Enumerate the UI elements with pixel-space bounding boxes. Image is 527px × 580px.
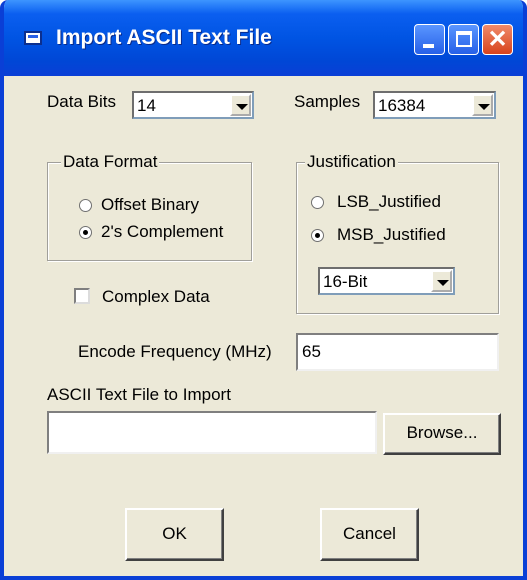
samples-value: 16384 <box>378 96 426 115</box>
close-button[interactable]: ✕ <box>482 24 513 55</box>
samples-label: Samples <box>294 92 361 111</box>
lsb-justified-radio[interactable] <box>311 196 324 209</box>
import-ascii-dialog: Import ASCII Text File ✕ Data Bits 14 Sa… <box>0 0 527 580</box>
close-icon: ✕ <box>487 26 508 53</box>
chevron-down-icon[interactable] <box>472 94 493 116</box>
justification-title: Justification <box>305 152 398 172</box>
app-window-icon[interactable] <box>24 31 42 45</box>
data-bits-label: Data Bits <box>47 92 116 111</box>
ok-button[interactable]: OK <box>125 508 224 561</box>
data-bits-select[interactable]: 14 <box>132 91 254 119</box>
title-bar[interactable]: Import ASCII Text File ✕ <box>4 0 523 76</box>
ascii-file-path-field[interactable] <box>47 411 377 454</box>
maximize-button[interactable] <box>448 24 479 55</box>
cancel-button[interactable]: Cancel <box>320 508 419 561</box>
maximize-icon <box>456 31 472 47</box>
bit-width-select[interactable]: 16-Bit <box>318 267 455 295</box>
twos-complement-radio[interactable] <box>79 226 92 239</box>
complex-data-checkbox[interactable] <box>74 288 90 304</box>
offset-binary-radio[interactable] <box>79 199 92 212</box>
browse-button-label: Browse... <box>406 423 478 442</box>
encode-frequency-field[interactable] <box>296 333 499 371</box>
ascii-file-path-input[interactable] <box>49 413 375 452</box>
data-bits-value: 14 <box>137 96 156 115</box>
encode-frequency-input[interactable] <box>298 335 497 369</box>
offset-binary-label[interactable]: Offset Binary <box>101 195 199 215</box>
data-format-title: Data Format <box>61 152 160 172</box>
msb-justified-label[interactable]: MSB_Justified <box>337 225 446 245</box>
browse-button[interactable]: Browse... <box>383 413 501 455</box>
ok-button-label: OK <box>162 524 187 543</box>
msb-justified-radio[interactable] <box>311 229 324 242</box>
minimize-icon <box>423 44 434 48</box>
cancel-button-label: Cancel <box>343 524 396 543</box>
complex-data-label[interactable]: Complex Data <box>102 287 210 307</box>
window-title: Import ASCII Text File <box>56 26 272 49</box>
lsb-justified-label[interactable]: LSB_Justified <box>337 192 441 212</box>
chevron-down-icon[interactable] <box>431 270 452 292</box>
encode-frequency-label: Encode Frequency (MHz) <box>78 342 272 361</box>
twos-complement-label[interactable]: 2's Complement <box>101 222 223 242</box>
samples-select[interactable]: 16384 <box>373 91 496 119</box>
chevron-down-icon[interactable] <box>230 94 251 116</box>
bit-width-value: 16-Bit <box>323 272 368 291</box>
minimize-button[interactable] <box>414 24 445 55</box>
ascii-file-label: ASCII Text File to Import <box>47 385 231 404</box>
